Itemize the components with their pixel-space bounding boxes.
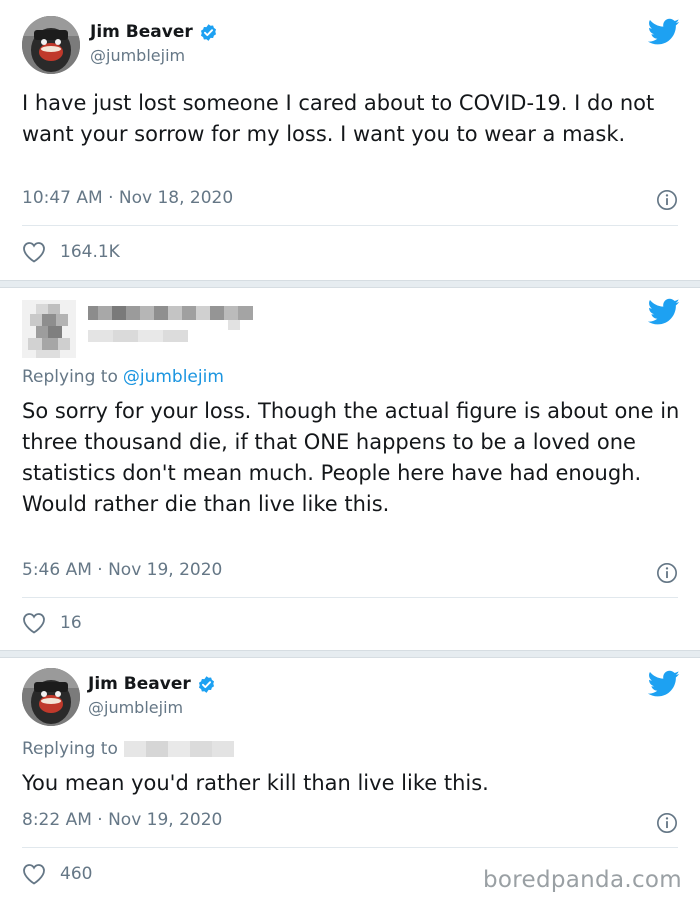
replying-to-handle[interactable]: @jumblejim bbox=[123, 367, 224, 387]
verified-badge-icon bbox=[200, 23, 216, 41]
tweet-separator bbox=[0, 280, 700, 288]
heart-icon[interactable] bbox=[22, 612, 46, 634]
author-handle[interactable]: @jumblejim bbox=[90, 46, 185, 65]
like-count: 460 bbox=[60, 864, 93, 884]
replying-to-label: Replying to bbox=[22, 739, 118, 759]
author-name-row[interactable]: Jim Beaver bbox=[90, 22, 218, 42]
heart-icon[interactable] bbox=[22, 241, 46, 263]
tweet-original: Jim Beaver @jumblejim I have just lost s… bbox=[0, 0, 700, 280]
author-name-row[interactable]: Jim Beaver bbox=[88, 674, 216, 694]
author-name[interactable]: Jim Beaver bbox=[90, 22, 193, 42]
info-icon[interactable] bbox=[656, 562, 678, 584]
tweet-response: Jim Beaver @jumblejim Replying to You me… bbox=[0, 658, 700, 901]
divider bbox=[22, 847, 678, 848]
like-row[interactable]: 460 bbox=[22, 863, 92, 885]
replying-to-handle-redacted[interactable] bbox=[123, 741, 234, 757]
author-handle-redacted[interactable] bbox=[88, 330, 188, 342]
info-icon[interactable] bbox=[656, 189, 678, 211]
avatar[interactable] bbox=[22, 668, 80, 726]
like-count: 164.1K bbox=[60, 242, 120, 262]
tweet-timestamp[interactable]: 10:47 AM · Nov 18, 2020 bbox=[22, 188, 233, 208]
like-count: 16 bbox=[60, 613, 82, 633]
tweet-text: So sorry for your loss. Though the actua… bbox=[22, 399, 680, 516]
tweet-text: I have just lost someone I cared about t… bbox=[22, 91, 655, 146]
avatar[interactable] bbox=[22, 16, 80, 74]
divider bbox=[22, 597, 678, 598]
replying-to-label: Replying to bbox=[22, 367, 118, 387]
tweet-timestamp[interactable]: 5:46 AM · Nov 19, 2020 bbox=[22, 560, 222, 580]
tweet-separator bbox=[0, 650, 700, 658]
twitter-bird-icon[interactable] bbox=[648, 18, 680, 46]
twitter-bird-icon[interactable] bbox=[648, 670, 680, 698]
tweet-timestamp[interactable]: 8:22 AM · Nov 19, 2020 bbox=[22, 810, 222, 830]
verified-badge-icon bbox=[198, 675, 214, 693]
twitter-bird-icon[interactable] bbox=[648, 298, 680, 326]
watermark: boredpanda.com bbox=[483, 867, 682, 893]
avatar-image bbox=[22, 668, 80, 726]
like-row[interactable]: 164.1K bbox=[22, 241, 120, 263]
tweet-text: You mean you'd rather kill than live lik… bbox=[22, 771, 489, 795]
tweet-reply: Replying to @jumblejim So sorry for your… bbox=[0, 288, 700, 650]
author-name-redacted[interactable] bbox=[88, 306, 253, 330]
avatar-image bbox=[22, 16, 80, 74]
like-row[interactable]: 16 bbox=[22, 612, 82, 634]
author-handle[interactable]: @jumblejim bbox=[88, 698, 183, 717]
heart-icon[interactable] bbox=[22, 863, 46, 885]
info-icon[interactable] bbox=[656, 812, 678, 834]
replying-to: Replying to @jumblejim bbox=[22, 367, 224, 387]
avatar[interactable] bbox=[22, 300, 76, 358]
divider bbox=[22, 225, 678, 226]
author-name[interactable]: Jim Beaver bbox=[88, 674, 191, 694]
replying-to: Replying to bbox=[22, 739, 234, 759]
